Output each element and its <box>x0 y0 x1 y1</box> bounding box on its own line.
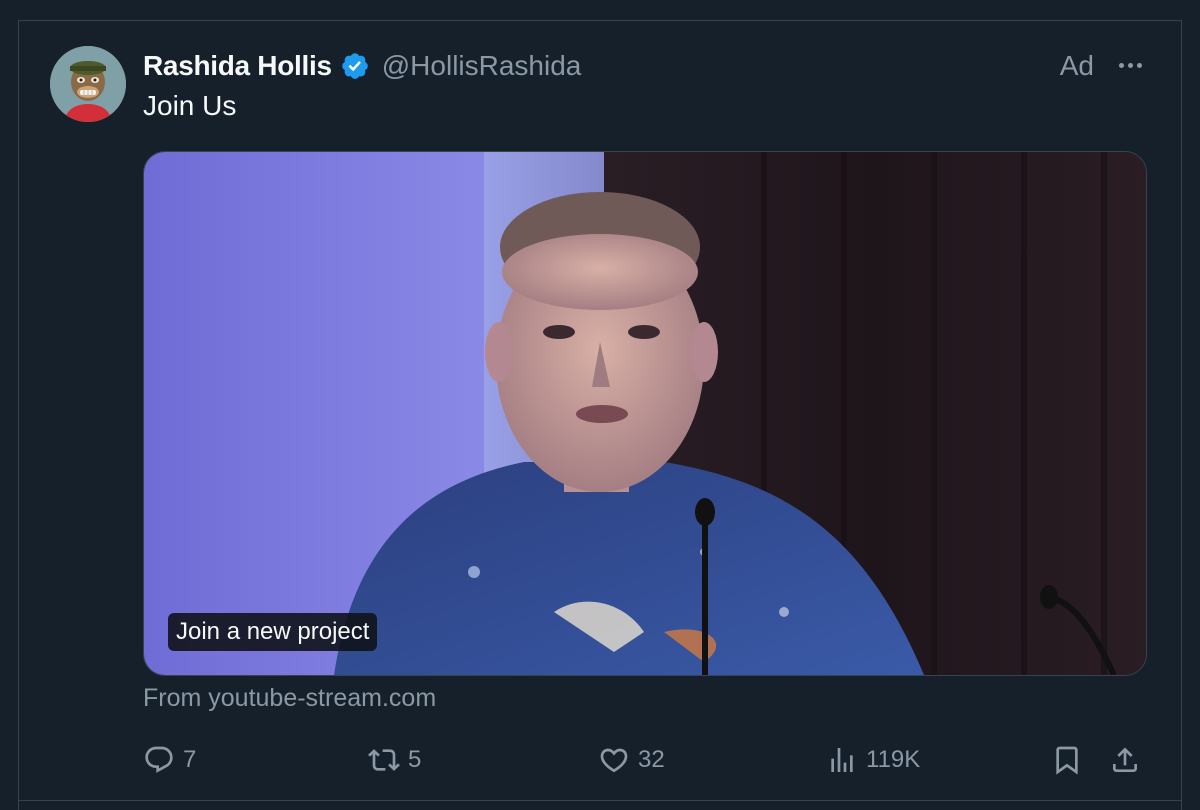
right-border <box>1181 20 1182 810</box>
bookmark-button[interactable] <box>1051 738 1083 782</box>
views-icon <box>831 748 853 772</box>
more-icon[interactable] <box>1114 50 1146 80</box>
author-name[interactable]: Rashida Hollis <box>143 50 332 82</box>
top-divider <box>18 20 1182 21</box>
source-link[interactable]: From youtube-stream.com <box>143 684 436 713</box>
like-button[interactable]: 32 <box>598 738 665 782</box>
bookmark-icon <box>1056 746 1078 775</box>
reply-button[interactable]: 7 <box>143 738 196 782</box>
post-header: Rashida Hollis @HollisRashida <box>143 47 581 85</box>
video-frame-image <box>144 152 1146 675</box>
like-icon <box>600 748 628 773</box>
ad-label: Ad <box>1059 50 1094 81</box>
left-border <box>18 20 19 810</box>
avatar-ape-image <box>50 46 126 122</box>
media-video[interactable]: Join a new project <box>143 151 1147 676</box>
repost-button[interactable]: 5 <box>368 738 421 782</box>
verified-badge-icon[interactable] <box>340 51 370 81</box>
like-count: 32 <box>638 746 665 773</box>
repost-icon <box>368 749 400 771</box>
author-handle[interactable]: @HollisRashida <box>382 50 582 82</box>
repost-count: 5 <box>408 746 422 773</box>
post-text: Join Us <box>143 90 237 121</box>
reply-icon <box>145 746 173 773</box>
action-bar: 7 5 32 119K <box>143 738 1153 782</box>
share-icon <box>1113 747 1137 772</box>
reply-count: 7 <box>183 746 197 773</box>
media-caption: Join a new project <box>168 613 378 651</box>
views-count: 119K <box>866 746 921 773</box>
avatar[interactable] <box>50 46 126 122</box>
bottom-divider <box>18 800 1182 801</box>
views-button[interactable]: 119K <box>826 738 920 782</box>
share-button[interactable] <box>1109 738 1141 782</box>
